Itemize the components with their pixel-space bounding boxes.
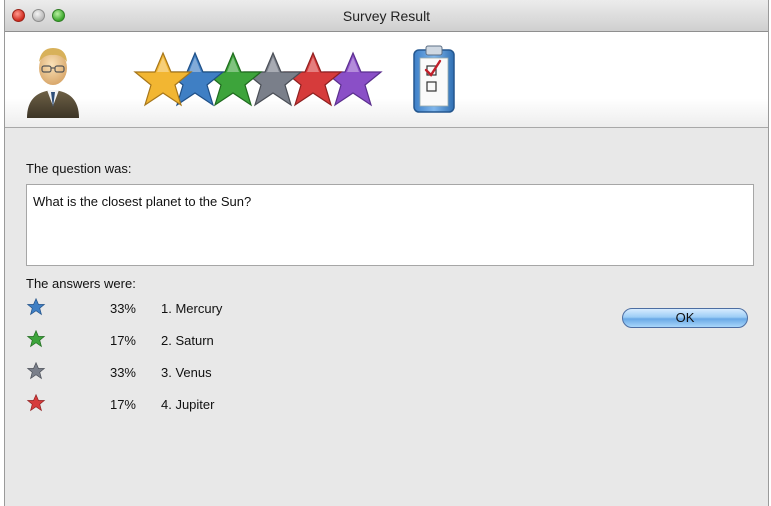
user-avatar-icon (27, 48, 79, 118)
answer-label: 3. Venus (161, 365, 212, 380)
question-heading: The question was: (26, 161, 132, 176)
title-bar[interactable]: Survey Result (5, 0, 768, 32)
answers-list: 33% 1. Mercury 17% 2. Saturn 33% 3. Venu… (26, 297, 326, 425)
answer-percent: 33% (109, 301, 136, 316)
gray-star-icon (26, 361, 46, 380)
survey-result-window: Survey Result The question was: What is … (4, 0, 769, 506)
answer-label: 2. Saturn (161, 333, 214, 348)
blue-star-icon (26, 297, 46, 316)
answers-heading: The answers were: (26, 276, 136, 291)
answer-label: 4. Jupiter (161, 397, 215, 412)
checklist-clipboard-icon (413, 45, 455, 113)
answer-percent: 17% (109, 397, 136, 412)
question-text-field[interactable]: What is the closest planet to the Sun? (26, 184, 754, 266)
header-banner (5, 32, 768, 128)
green-star-icon (26, 329, 46, 348)
ok-button[interactable]: OK (622, 308, 748, 328)
red-star-icon (26, 393, 46, 412)
answer-row: 33% 3. Venus (26, 361, 326, 393)
window-title: Survey Result (342, 8, 431, 24)
answer-row: 33% 1. Mercury (26, 297, 326, 329)
rating-stars-icon (134, 52, 382, 106)
answer-percent: 33% (109, 365, 136, 380)
answer-label: 1. Mercury (161, 301, 223, 316)
answer-row: 17% 2. Saturn (26, 329, 326, 361)
answer-row: 17% 4. Jupiter (26, 393, 326, 425)
answer-percent: 17% (109, 333, 136, 348)
